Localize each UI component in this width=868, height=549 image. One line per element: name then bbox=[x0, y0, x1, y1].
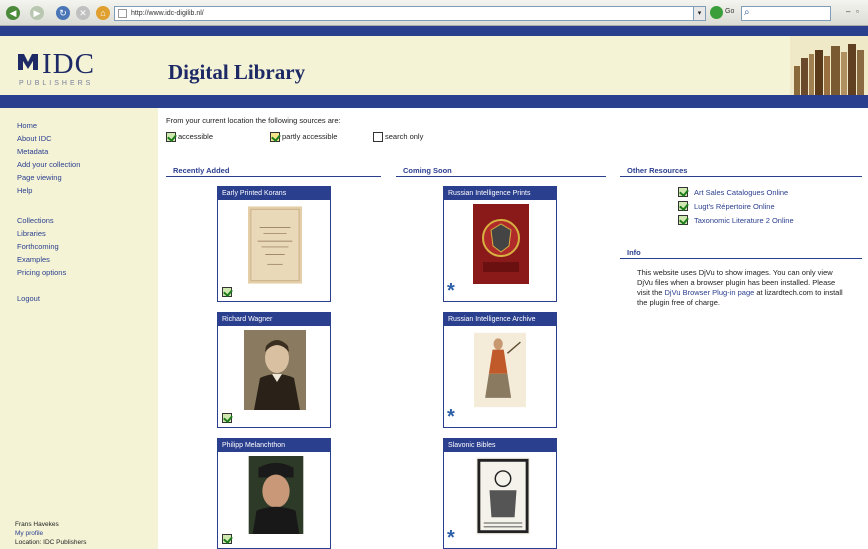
card-title[interactable]: Early Printed Korans bbox=[218, 187, 330, 200]
checkbox-partly-icon bbox=[270, 132, 280, 143]
melanchthon-thumbnail[interactable] bbox=[248, 456, 304, 534]
info-text: This website uses DjVu to show images. Y… bbox=[637, 268, 843, 307]
sidebar-item-home[interactable]: Home bbox=[17, 121, 37, 130]
logo-subtitle: PUBLISHERS bbox=[19, 80, 94, 87]
browser-search-input[interactable] bbox=[741, 6, 831, 21]
sidebar-item-page-viewing[interactable]: Page viewing bbox=[17, 173, 62, 182]
url-input[interactable]: http://www.idc-digilib.nl/ bbox=[114, 6, 706, 21]
resource-accessible-icon bbox=[678, 187, 688, 197]
accessible-status-icon bbox=[222, 534, 232, 544]
sidebar-item-logout[interactable]: Logout bbox=[17, 294, 40, 303]
coming-soon-star-icon: * bbox=[447, 406, 455, 428]
card-title[interactable]: Philipp Melanchthon bbox=[218, 439, 330, 452]
user-location: Location: IDC Publishers bbox=[15, 539, 87, 546]
accessible-status-icon bbox=[222, 287, 232, 297]
legend-partly: partly accessible bbox=[270, 132, 337, 143]
intelligence-prints-thumbnail[interactable] bbox=[472, 204, 530, 284]
url-text: http://www.idc-digilib.nl/ bbox=[131, 10, 204, 17]
card-title[interactable]: Slavonic Bibles bbox=[444, 439, 556, 452]
sidebar-item-about[interactable]: About IDC bbox=[17, 134, 52, 143]
sidebar-item-pricing[interactable]: Pricing options bbox=[17, 268, 66, 277]
my-profile-link[interactable]: My profile bbox=[15, 530, 43, 537]
slavonic-bibles-thumbnail[interactable] bbox=[476, 456, 530, 536]
card-philipp-melanchthon[interactable]: Philipp Melanchthon bbox=[217, 438, 331, 549]
checkbox-search-only-icon bbox=[373, 132, 383, 143]
header-top-bar bbox=[0, 26, 868, 36]
coming-soon-star-icon: * bbox=[447, 527, 455, 549]
page-favicon-icon bbox=[118, 9, 127, 18]
sidebar: Home About IDC Metadata Add your collect… bbox=[0, 108, 158, 549]
resource-link-art-sales[interactable]: Art Sales Catalogues Online bbox=[694, 188, 788, 197]
sidebar-item-forthcoming[interactable]: Forthcoming bbox=[17, 242, 59, 251]
url-dropdown-icon[interactable]: ▾ bbox=[693, 6, 706, 21]
books-image bbox=[790, 36, 868, 95]
header-bottom-bar bbox=[0, 95, 868, 108]
go-button-label[interactable]: Go bbox=[725, 8, 734, 15]
section-recently-added: Recently Added bbox=[166, 165, 381, 177]
checkbox-accessible-icon bbox=[166, 132, 176, 143]
page-title: Digital Library bbox=[168, 60, 306, 84]
sidebar-item-help[interactable]: Help bbox=[17, 186, 32, 195]
card-russian-intelligence-prints[interactable]: Russian Intelligence Prints * bbox=[443, 186, 557, 302]
restore-icon[interactable]: ▫ bbox=[856, 7, 859, 16]
sidebar-item-add-collection[interactable]: Add your collection bbox=[17, 160, 80, 169]
section-other-resources: Other Resources bbox=[620, 165, 862, 177]
legend-search-only: search only bbox=[373, 132, 423, 143]
card-russian-intelligence-archive[interactable]: Russian Intelligence Archive * bbox=[443, 312, 557, 428]
sidebar-item-libraries[interactable]: Libraries bbox=[17, 229, 46, 238]
legend-accessible: accessible bbox=[166, 132, 213, 143]
wagner-thumbnail[interactable] bbox=[244, 330, 306, 410]
card-title[interactable]: Russian Intelligence Prints bbox=[444, 187, 556, 200]
card-slavonic-bibles[interactable]: Slavonic Bibles * bbox=[443, 438, 557, 549]
section-info: Info bbox=[620, 247, 862, 259]
koran-thumbnail[interactable] bbox=[248, 205, 302, 285]
home-icon[interactable]: ⌂ bbox=[96, 6, 110, 20]
forward-icon[interactable]: ▶ bbox=[30, 6, 44, 20]
back-icon[interactable]: ◀ bbox=[6, 6, 20, 20]
coming-soon-star-icon: * bbox=[447, 280, 455, 302]
intro-text: From your current location the following… bbox=[166, 116, 341, 125]
card-early-printed-korans[interactable]: Early Printed Korans bbox=[217, 186, 331, 302]
card-title[interactable]: Russian Intelligence Archive bbox=[444, 313, 556, 326]
logo-text: IDC bbox=[42, 48, 95, 80]
logo-mark-icon bbox=[18, 54, 38, 70]
section-coming-soon: Coming Soon bbox=[396, 165, 606, 177]
go-button-icon[interactable] bbox=[710, 6, 723, 19]
resource-accessible-icon bbox=[678, 215, 688, 225]
user-name: Frans Havekes bbox=[15, 521, 59, 528]
intelligence-archive-thumbnail[interactable] bbox=[474, 330, 526, 410]
sidebar-item-metadata[interactable]: Metadata bbox=[17, 147, 48, 156]
browser-toolbar: ◀ ▶ ↻ ✕ ⌂ http://www.idc-digilib.nl/ ▾ G… bbox=[0, 0, 868, 26]
refresh-icon[interactable]: ↻ bbox=[56, 6, 70, 20]
resource-link-taxonomic[interactable]: Taxonomic Literature 2 Online bbox=[694, 216, 794, 225]
site-header: IDC PUBLISHERS Digital Library bbox=[0, 36, 868, 95]
card-richard-wagner[interactable]: Richard Wagner bbox=[217, 312, 331, 428]
sidebar-item-examples[interactable]: Examples bbox=[17, 255, 50, 264]
djvu-plugin-link[interactable]: DjVu Browser Plug-in page bbox=[665, 288, 755, 297]
search-icon[interactable]: ⌕ bbox=[744, 7, 750, 18]
card-title[interactable]: Richard Wagner bbox=[218, 313, 330, 326]
minimize-icon[interactable]: – bbox=[846, 7, 850, 16]
logo[interactable]: IDC PUBLISHERS bbox=[0, 36, 160, 95]
resource-accessible-icon bbox=[678, 201, 688, 211]
sidebar-item-collections[interactable]: Collections bbox=[17, 216, 54, 225]
accessible-status-icon bbox=[222, 413, 232, 423]
resource-link-lugt[interactable]: Lugt's Répertoire Online bbox=[694, 202, 775, 211]
stop-icon[interactable]: ✕ bbox=[76, 6, 90, 20]
